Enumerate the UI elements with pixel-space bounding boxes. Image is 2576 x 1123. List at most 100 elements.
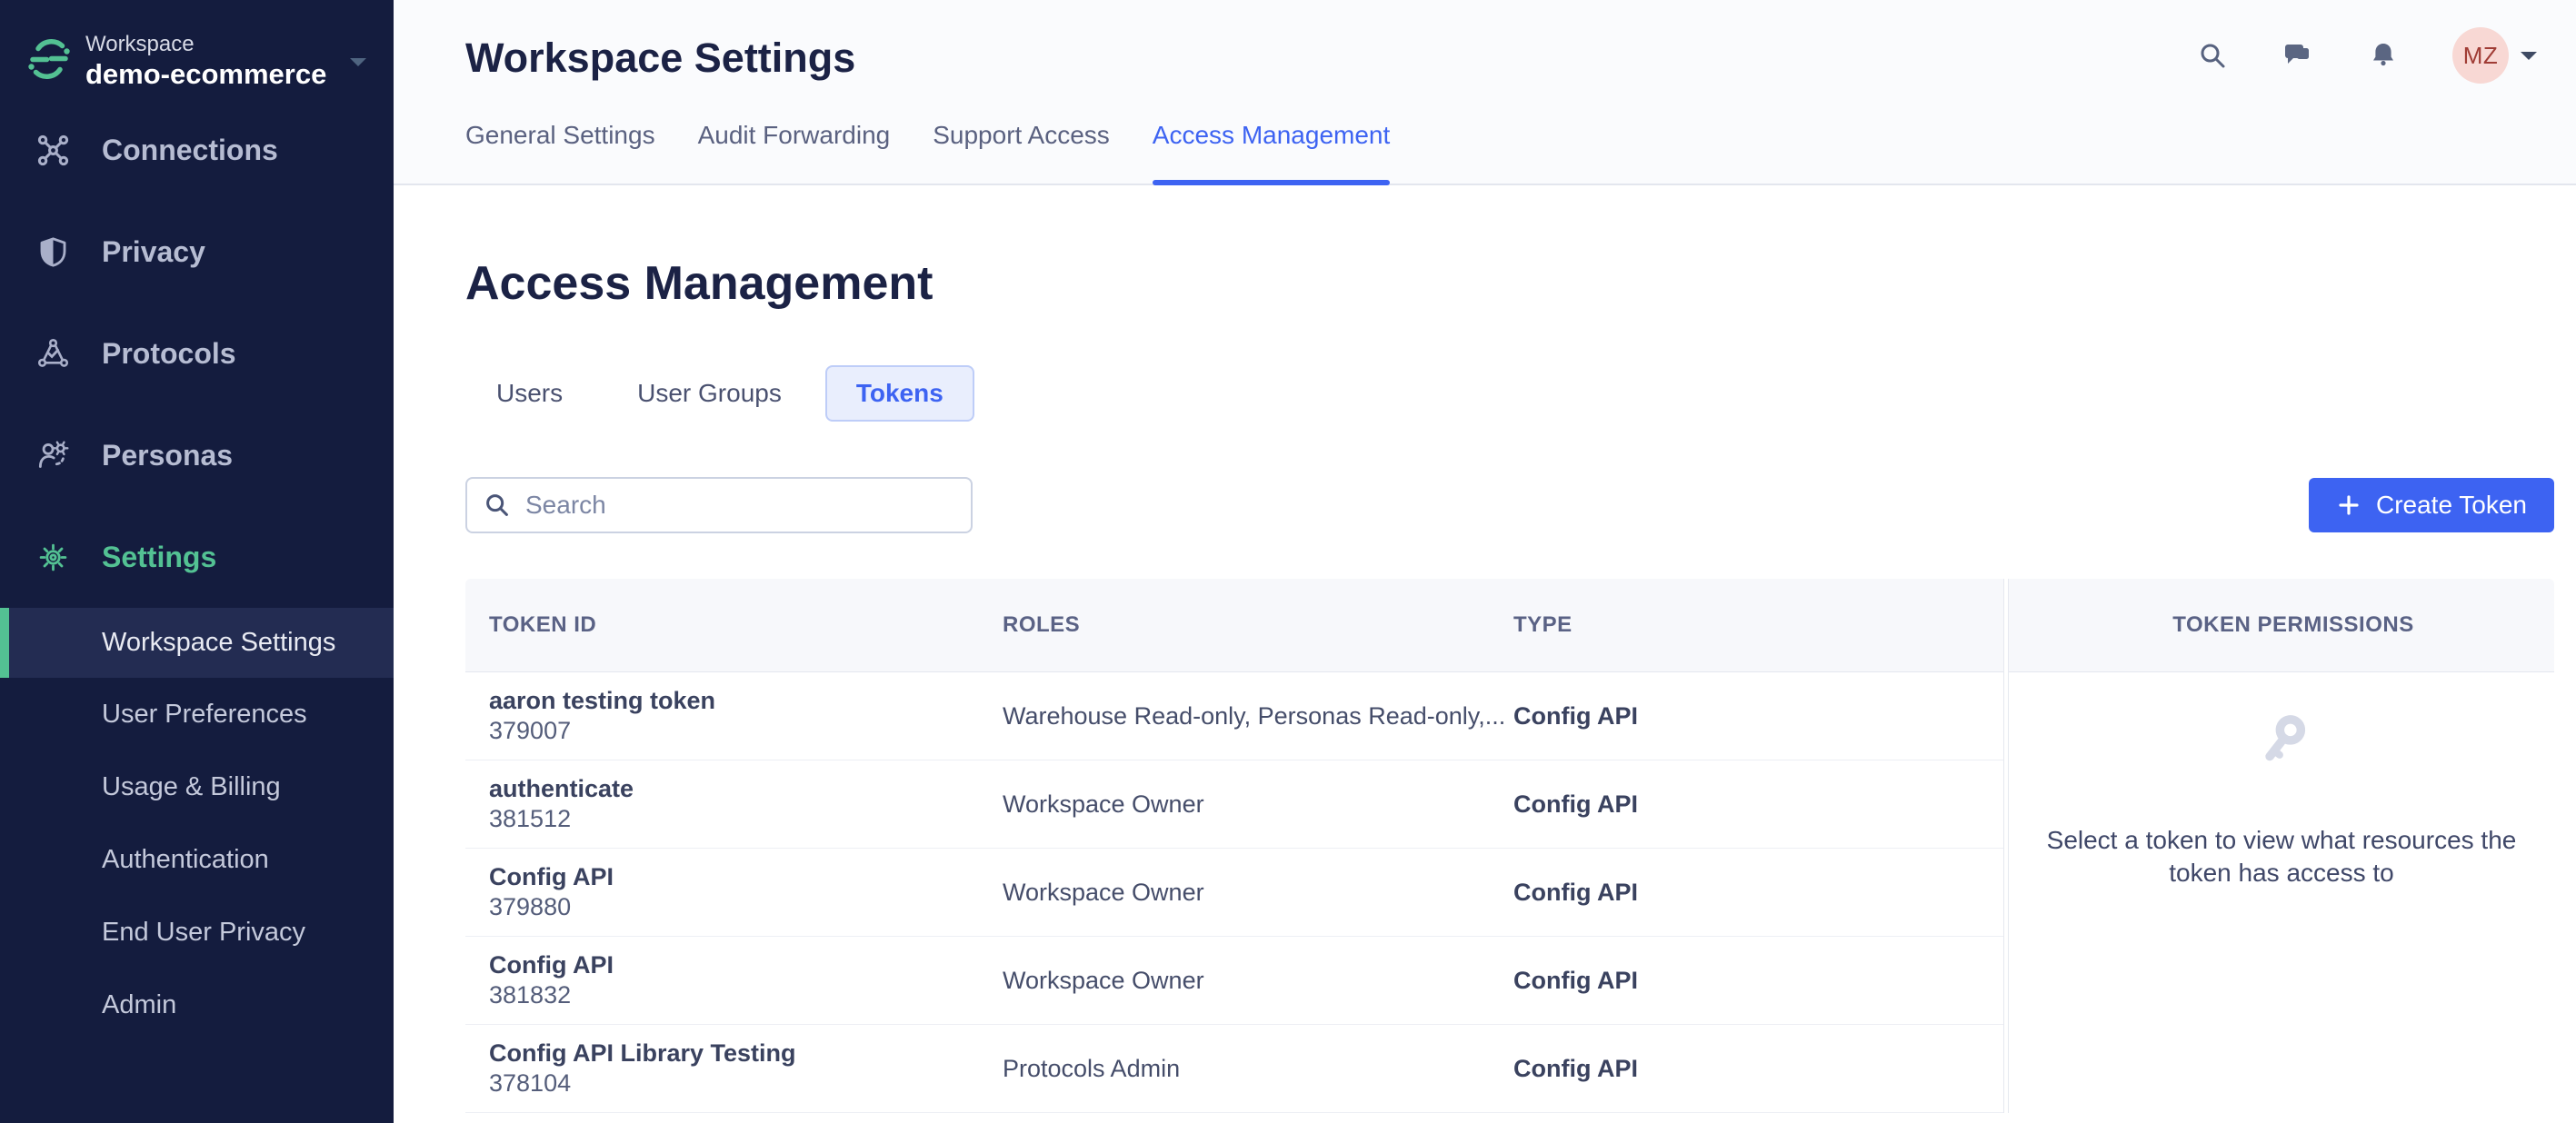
tokens-table: TOKEN ID ROLES TYPE aaron testing token …: [465, 579, 2004, 1113]
avatar[interactable]: MZ: [2452, 27, 2509, 84]
token-name: aaron testing token: [489, 687, 716, 714]
sidebar: Workspace demo-ecommerce Connections Pri…: [0, 0, 394, 1123]
bell-icon[interactable]: [2367, 39, 2400, 72]
token-id: 378104: [489, 1069, 572, 1097]
connections-icon: [36, 134, 70, 167]
token-type: Config API: [1513, 790, 1638, 818]
tab-support-access[interactable]: Support Access: [933, 121, 1110, 184]
token-roles: Workspace Owner: [1003, 790, 1204, 818]
subnav-item-usage-billing[interactable]: Usage & Billing: [0, 750, 394, 823]
tab-audit-forwarding[interactable]: Audit Forwarding: [698, 121, 891, 184]
settings-tabs: General Settings Audit Forwarding Suppor…: [465, 121, 1391, 185]
token-id-cell: Config API 379880: [465, 862, 1003, 922]
search-icon[interactable]: [2196, 39, 2229, 72]
table-header-row: TOKEN ID ROLES TYPE: [465, 579, 2003, 672]
token-roles: Workspace Owner: [1003, 878, 1204, 906]
chevron-down-icon: [346, 52, 370, 76]
personas-icon: [36, 439, 70, 472]
subnav-label: Workspace Settings: [102, 628, 336, 657]
tab-tokens[interactable]: Tokens: [824, 365, 974, 422]
sidebar-item-label: Protocols: [102, 336, 236, 370]
sidebar-item-label: Connections: [102, 133, 278, 166]
main-area: Workspace Settings General Settings Audi…: [394, 0, 2576, 1123]
tab-access-management[interactable]: Access Management: [1152, 121, 1391, 185]
token-id: 379007: [489, 717, 572, 744]
section-heading: Access Management: [465, 257, 934, 310]
subnav-item-user-preferences[interactable]: User Preferences: [0, 678, 394, 750]
tab-general-settings[interactable]: General Settings: [465, 121, 655, 184]
key-icon: [2009, 707, 2554, 780]
token-id: 381512: [489, 805, 572, 832]
token-id: 379880: [489, 893, 572, 920]
subnav-item-end-user-privacy[interactable]: End User Privacy: [0, 896, 394, 969]
token-type: Config API: [1513, 878, 1638, 906]
column-header-type: TYPE: [1513, 612, 1573, 637]
sidebar-nav: Connections Privacy Protocols Personas S…: [0, 99, 394, 608]
token-type: Config API: [1513, 966, 1638, 994]
user-menu[interactable]: MZ: [2452, 27, 2540, 84]
token-name: Config API: [489, 951, 614, 979]
settings-subnav: Workspace Settings User Preferences Usag…: [0, 608, 394, 1041]
token-id: 381832: [489, 981, 572, 1009]
subnav-item-workspace-settings[interactable]: Workspace Settings: [0, 608, 394, 678]
token-id-cell: authenticate 381512: [465, 774, 1003, 834]
token-name: Config API: [489, 863, 614, 890]
segment-logo-icon: [27, 37, 71, 85]
sidebar-item-connections[interactable]: Connections: [0, 99, 394, 201]
subnav-label: End User Privacy: [102, 917, 306, 947]
token-name: Config API Library Testing: [489, 1039, 796, 1067]
token-id-cell: aaron testing token 379007: [465, 686, 1003, 746]
create-token-button[interactable]: Create Token: [2308, 478, 2554, 532]
table-row[interactable]: Config API 379880 Workspace Owner Config…: [465, 849, 2003, 937]
chat-icon[interactable]: [2281, 39, 2314, 72]
sidebar-item-label: Settings: [102, 540, 217, 573]
column-header-token-id: TOKEN ID: [489, 612, 597, 637]
token-permissions-panel: TOKEN PERMISSIONS Select a token to view…: [2008, 579, 2554, 1113]
sidebar-item-label: Privacy: [102, 234, 205, 268]
subnav-item-authentication[interactable]: Authentication: [0, 823, 394, 896]
table-row[interactable]: aaron testing token 379007 Warehouse Rea…: [465, 672, 2003, 760]
token-name: authenticate: [489, 775, 634, 802]
token-type: Config API: [1513, 1054, 1638, 1082]
search-input[interactable]: [465, 477, 973, 533]
workspace-name: demo-ecommerce: [85, 58, 327, 90]
token-type: Config API: [1513, 701, 1638, 730]
table-row[interactable]: Config API 381832 Workspace Owner Config…: [465, 937, 2003, 1025]
subnav-label: Admin: [102, 989, 177, 1019]
plus-icon: [2339, 495, 2359, 515]
tab-user-groups[interactable]: User Groups: [606, 365, 813, 422]
sidebar-item-label: Personas: [102, 438, 234, 472]
workspace-switcher[interactable]: Workspace demo-ecommerce: [0, 0, 394, 96]
token-id-cell: Config API Library Testing 378104: [465, 1039, 1003, 1098]
panel-title: TOKEN PERMISSIONS: [2172, 612, 2414, 637]
tab-users[interactable]: Users: [465, 365, 594, 422]
sidebar-item-privacy[interactable]: Privacy: [0, 201, 394, 303]
sidebar-item-personas[interactable]: Personas: [0, 404, 394, 506]
sidebar-item-settings[interactable]: Settings: [0, 506, 394, 608]
empty-state-text: Select a token to view what resources th…: [2046, 826, 2517, 887]
tokens-layout: TOKEN ID ROLES TYPE aaron testing token …: [465, 579, 2554, 1113]
panel-header: TOKEN PERMISSIONS: [2009, 579, 2554, 672]
panel-empty-state: Select a token to view what resources th…: [2009, 707, 2554, 889]
subnav-label: User Preferences: [102, 699, 307, 729]
table-row[interactable]: authenticate 381512 Workspace Owner Conf…: [465, 760, 2003, 849]
protocols-icon: [36, 337, 70, 371]
subnav-label: Usage & Billing: [102, 771, 281, 801]
workspace-label: Workspace: [85, 32, 195, 56]
token-roles: Protocols Admin: [1003, 1054, 1181, 1082]
shield-icon: [36, 235, 70, 269]
access-management-tabs: Users User Groups Tokens: [465, 365, 2554, 422]
create-token-label: Create Token: [2375, 491, 2527, 519]
sidebar-item-protocols[interactable]: Protocols: [0, 303, 394, 404]
token-roles: Warehouse Read-only, Personas Read-only,…: [1003, 701, 1506, 730]
table-row[interactable]: Config API Library Testing 378104 Protoc…: [465, 1025, 2003, 1113]
token-id-cell: Config API 381832: [465, 950, 1003, 1010]
page-title: Workspace Settings: [465, 35, 856, 81]
tokens-toolbar: Create Token: [465, 477, 2554, 533]
chevron-down-icon: [2521, 52, 2537, 60]
subnav-item-admin[interactable]: Admin: [0, 969, 394, 1041]
token-roles: Workspace Owner: [1003, 966, 1204, 994]
access-management-section: Access Management Users User Groups Toke…: [394, 185, 2576, 1123]
header-actions: MZ: [2196, 27, 2540, 84]
search-box: [465, 477, 973, 533]
